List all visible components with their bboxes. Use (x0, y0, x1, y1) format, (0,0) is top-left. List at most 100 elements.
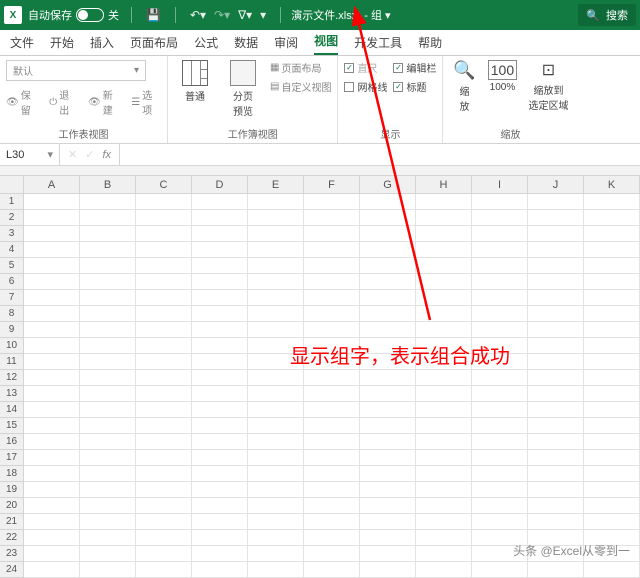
row-header[interactable]: 23 (0, 546, 24, 562)
row-header[interactable]: 18 (0, 466, 24, 482)
cell[interactable] (360, 306, 416, 322)
cell[interactable] (80, 402, 136, 418)
cell[interactable] (360, 322, 416, 338)
cell[interactable] (584, 274, 640, 290)
cell[interactable] (416, 434, 472, 450)
cell[interactable] (136, 386, 192, 402)
cell[interactable] (24, 194, 80, 210)
cell[interactable] (248, 466, 304, 482)
cell[interactable] (360, 258, 416, 274)
cell[interactable] (136, 418, 192, 434)
cell[interactable] (528, 274, 584, 290)
cell[interactable] (584, 210, 640, 226)
formula-input[interactable] (120, 144, 640, 165)
cell[interactable] (24, 434, 80, 450)
cell[interactable] (80, 210, 136, 226)
cell[interactable] (472, 418, 528, 434)
cell[interactable] (80, 418, 136, 434)
cell[interactable] (416, 546, 472, 562)
row-header[interactable]: 4 (0, 242, 24, 258)
cell[interactable] (304, 258, 360, 274)
cell[interactable] (416, 194, 472, 210)
cell[interactable] (24, 546, 80, 562)
new-button[interactable]: 👁 新建 (88, 87, 121, 117)
cell[interactable] (24, 466, 80, 482)
cell[interactable] (136, 498, 192, 514)
cell[interactable] (24, 482, 80, 498)
cell[interactable] (192, 482, 248, 498)
cell[interactable] (472, 514, 528, 530)
cell[interactable] (136, 482, 192, 498)
column-header[interactable]: H (416, 176, 472, 194)
row-header[interactable]: 13 (0, 386, 24, 402)
cell[interactable] (584, 370, 640, 386)
cell[interactable] (584, 514, 640, 530)
cell[interactable] (192, 514, 248, 530)
cell[interactable] (584, 290, 640, 306)
cell[interactable] (472, 386, 528, 402)
column-header[interactable]: I (472, 176, 528, 194)
cell[interactable] (416, 514, 472, 530)
cell[interactable] (416, 322, 472, 338)
cell[interactable] (304, 498, 360, 514)
row-header[interactable]: 19 (0, 482, 24, 498)
cell[interactable] (416, 306, 472, 322)
row-header[interactable]: 11 (0, 354, 24, 370)
cell[interactable] (416, 370, 472, 386)
zoom-100-button[interactable]: 100100% (485, 60, 519, 93)
cell[interactable] (416, 530, 472, 546)
row-header[interactable]: 1 (0, 194, 24, 210)
cell[interactable] (360, 402, 416, 418)
cell[interactable] (24, 322, 80, 338)
cell[interactable] (248, 386, 304, 402)
cell[interactable] (472, 194, 528, 210)
ruler-checkbox[interactable]: ✓直尺 (344, 60, 387, 75)
tab-插入[interactable]: 插入 (90, 34, 114, 55)
column-header[interactable]: F (304, 176, 360, 194)
cell[interactable] (472, 290, 528, 306)
cell[interactable] (304, 466, 360, 482)
row-header[interactable]: 10 (0, 338, 24, 354)
cell[interactable] (304, 562, 360, 578)
cell[interactable] (360, 290, 416, 306)
cell[interactable] (192, 402, 248, 418)
cell[interactable] (248, 434, 304, 450)
cell[interactable] (192, 306, 248, 322)
cell[interactable] (528, 242, 584, 258)
cell[interactable] (304, 290, 360, 306)
cell[interactable] (80, 338, 136, 354)
row-header[interactable]: 14 (0, 402, 24, 418)
cell[interactable] (136, 194, 192, 210)
cell[interactable] (584, 258, 640, 274)
cell[interactable] (192, 338, 248, 354)
cell[interactable] (80, 498, 136, 514)
cell[interactable] (416, 482, 472, 498)
tab-开始[interactable]: 开始 (50, 34, 74, 55)
column-header[interactable]: E (248, 176, 304, 194)
cell[interactable] (304, 194, 360, 210)
cell[interactable] (584, 482, 640, 498)
cell[interactable] (192, 562, 248, 578)
row-header[interactable]: 3 (0, 226, 24, 242)
cell[interactable] (136, 226, 192, 242)
row-header[interactable]: 24 (0, 562, 24, 578)
cell[interactable] (80, 434, 136, 450)
cell[interactable] (136, 242, 192, 258)
cell[interactable] (24, 354, 80, 370)
page-layout-button[interactable]: ▦ 页面布局 (270, 60, 331, 75)
cell[interactable] (136, 210, 192, 226)
cell[interactable] (584, 226, 640, 242)
cell[interactable] (80, 530, 136, 546)
cell[interactable] (528, 418, 584, 434)
cell[interactable] (136, 258, 192, 274)
tab-开发工具[interactable]: 开发工具 (354, 34, 402, 55)
cell[interactable] (304, 546, 360, 562)
cell[interactable] (136, 274, 192, 290)
cell[interactable] (136, 322, 192, 338)
cell[interactable] (192, 530, 248, 546)
column-header[interactable]: G (360, 176, 416, 194)
cell[interactable] (24, 258, 80, 274)
options-button[interactable]: ☰ 选项 (131, 87, 161, 117)
cell[interactable] (192, 258, 248, 274)
cell[interactable] (304, 322, 360, 338)
